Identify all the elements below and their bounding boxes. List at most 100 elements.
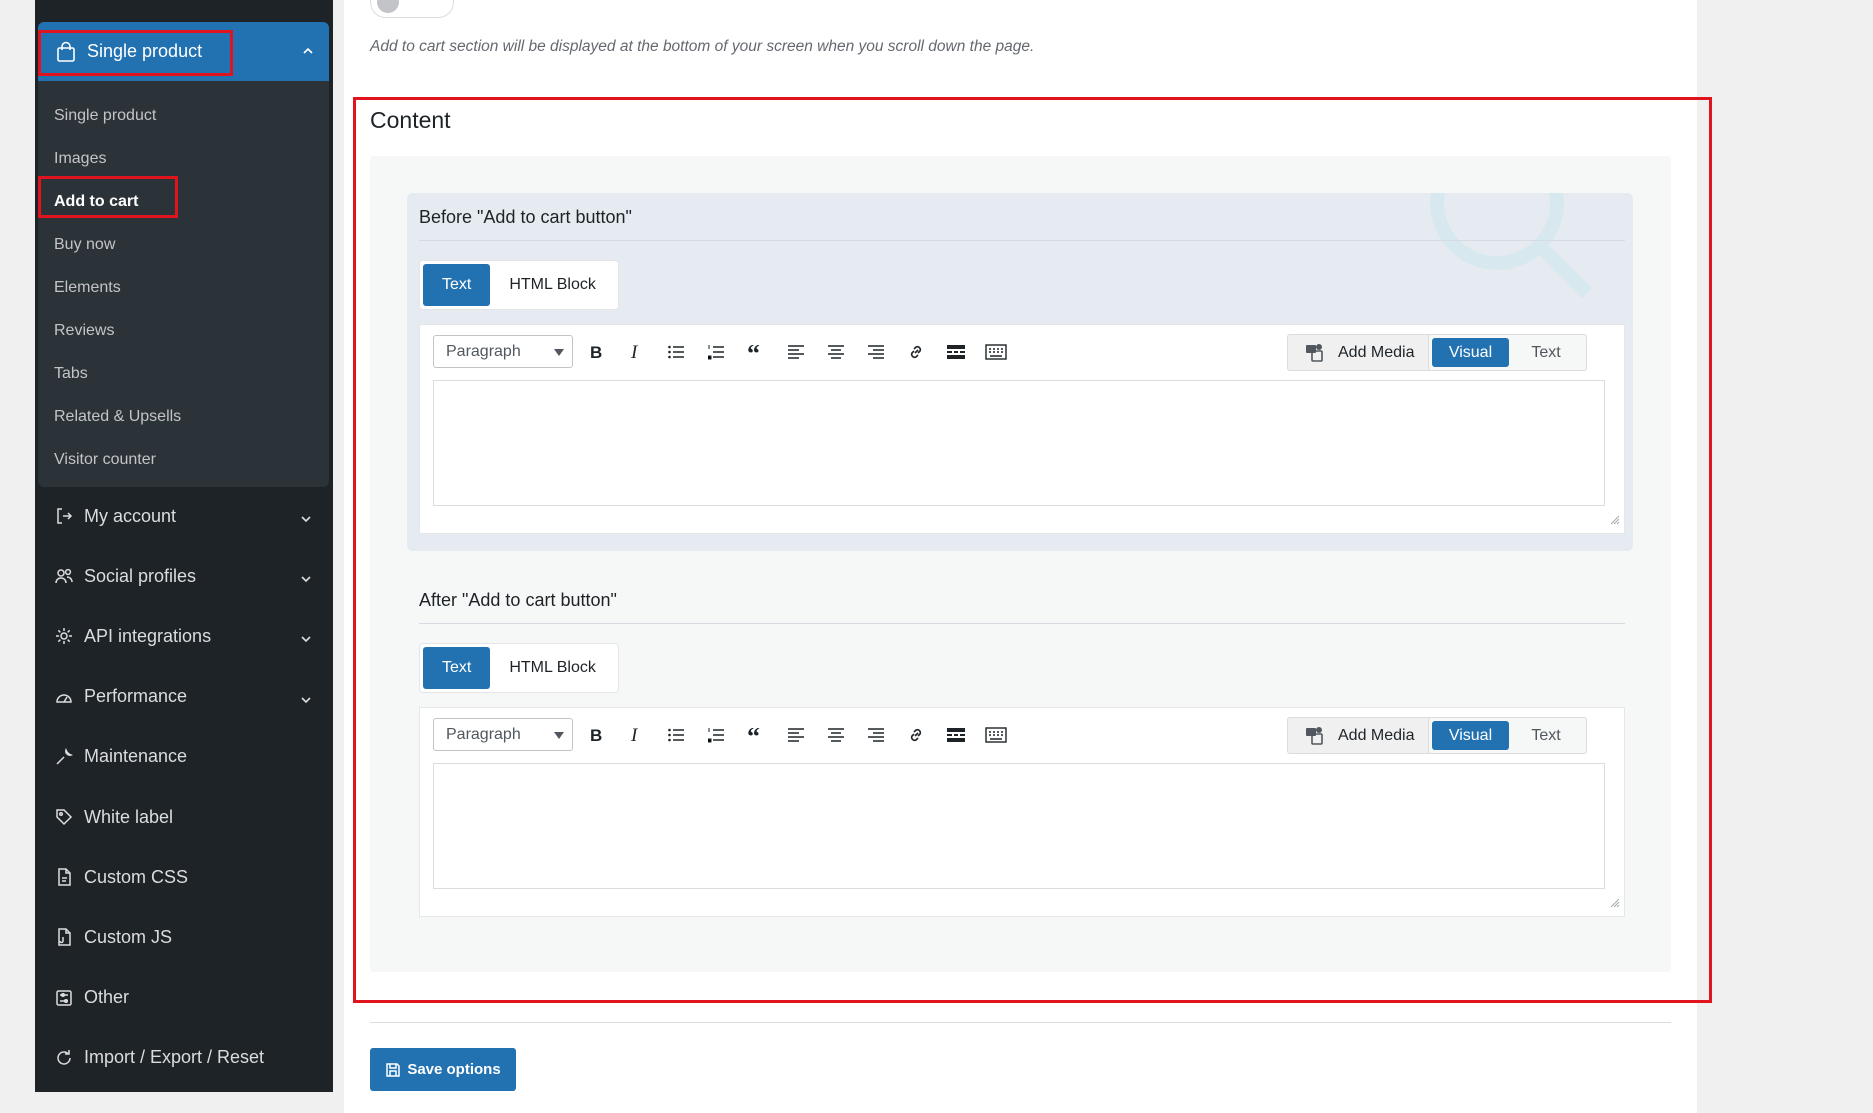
- toolbar-toggle-icon[interactable]: [982, 338, 1010, 366]
- resize-handle-icon[interactable]: [1608, 895, 1620, 913]
- after-add-to-cart-group: After "Add to cart button" Text HTML Blo…: [407, 576, 1633, 926]
- italic-icon[interactable]: I: [622, 338, 650, 366]
- gauge-icon: [53, 686, 75, 708]
- numbered-list-icon[interactable]: [702, 721, 730, 749]
- sidebar-item-api-integrations[interactable]: API integrations: [35, 606, 333, 666]
- resize-handle-icon[interactable]: [1608, 512, 1620, 530]
- editor-content-area[interactable]: [433, 380, 1605, 506]
- tab-text[interactable]: Text: [423, 647, 491, 689]
- save-options-button[interactable]: Save options: [370, 1048, 516, 1091]
- toolbar-toggle-icon[interactable]: [982, 721, 1010, 749]
- bullet-list-icon[interactable]: [662, 338, 690, 366]
- sidebar-item-other[interactable]: Other: [35, 968, 333, 1028]
- link-icon[interactable]: [902, 338, 930, 366]
- sidebar-subitem-related-upsells[interactable]: Related & Upsells: [38, 395, 329, 438]
- add-media-label: Add Media: [1338, 726, 1415, 744]
- sliders-icon: [53, 987, 75, 1009]
- add-media-button[interactable]: Add Media: [1287, 717, 1433, 754]
- sidebar-subitem-images[interactable]: Images: [38, 137, 329, 180]
- sidebar-item-label: Social profiles: [84, 565, 197, 586]
- sidebar-subitem-buy-now[interactable]: Buy now: [38, 223, 329, 266]
- media-icon: [1306, 726, 1328, 746]
- svg-text:“: “: [747, 345, 760, 359]
- sidebar-item-social-profiles[interactable]: Social profiles: [35, 546, 333, 606]
- tab-html-block[interactable]: HTML Block: [490, 264, 615, 306]
- sidebar-item-maintenance[interactable]: Maintenance: [35, 727, 333, 787]
- link-icon[interactable]: [902, 721, 930, 749]
- sidebar-item-label: Performance: [84, 686, 188, 707]
- visual-mode-tab[interactable]: Visual: [1432, 338, 1509, 367]
- bullet-list-icon[interactable]: [662, 721, 690, 749]
- sidebar-item-custom-css[interactable]: Custom CSS: [35, 847, 333, 907]
- chevron-down-icon: [299, 570, 313, 591]
- bold-icon[interactable]: B: [582, 721, 610, 749]
- editor-content-area[interactable]: [433, 763, 1605, 889]
- align-right-icon[interactable]: [862, 338, 890, 366]
- sidebar-item-my-account[interactable]: My account: [35, 486, 333, 546]
- wysiwyg-editor: Paragraph B I “ Add Me: [419, 324, 1625, 534]
- text-mode-tab[interactable]: Text: [1509, 721, 1583, 750]
- italic-icon[interactable]: I: [622, 721, 650, 749]
- tag-icon: [53, 806, 75, 828]
- align-center-icon[interactable]: [822, 338, 850, 366]
- align-left-icon[interactable]: [782, 721, 810, 749]
- paragraph-format-select[interactable]: Paragraph: [433, 718, 573, 751]
- shopping-bag-icon: [55, 41, 77, 63]
- sidebar-item-label: Custom CSS: [84, 866, 189, 887]
- sidebar-subitem-visitor-counter[interactable]: Visitor counter: [38, 438, 329, 481]
- divider: [419, 240, 1625, 241]
- gear-icon: [53, 625, 75, 647]
- sidebar-section-header[interactable]: Single product: [38, 22, 329, 81]
- blockquote-icon[interactable]: “: [742, 721, 770, 749]
- before-add-to-cart-group: Before "Add to cart button" Text HTML Bl…: [407, 193, 1633, 551]
- sidebar-item-label: My account: [84, 505, 177, 526]
- align-right-icon[interactable]: [862, 721, 890, 749]
- sidebar-item-import-export-reset[interactable]: Import / Export / Reset: [35, 1028, 333, 1088]
- content-type-tabs: Text HTML Block: [419, 260, 619, 310]
- sidebar-item-white-label[interactable]: White label: [35, 787, 333, 847]
- main-panel: Add to cart section will be displayed at…: [344, 0, 1697, 1113]
- sidebar-item-label: White label: [84, 806, 174, 827]
- read-more-icon[interactable]: [942, 338, 970, 366]
- sidebar-submenu: Single product Images Add to cart Buy no…: [38, 94, 329, 481]
- svg-text:“: “: [747, 728, 760, 742]
- dropdown-caret-icon: [554, 732, 564, 739]
- align-center-icon[interactable]: [822, 721, 850, 749]
- wrench-icon: [53, 746, 75, 768]
- chevron-down-icon: [299, 691, 313, 712]
- sidebar-subitem-single-product[interactable]: Single product: [38, 94, 329, 137]
- sidebar-subitem-reviews[interactable]: Reviews: [38, 309, 329, 352]
- chevron-down-icon: [299, 630, 313, 651]
- sidebar-item-custom-js[interactable]: Custom JS: [35, 907, 333, 967]
- bold-icon[interactable]: B: [582, 338, 610, 366]
- divider: [370, 1022, 1671, 1023]
- users-icon: [53, 565, 75, 587]
- sidebar-item-label: Custom JS: [84, 926, 173, 947]
- save-options-label: Save options: [407, 1061, 501, 1078]
- text-mode-tab[interactable]: Text: [1509, 338, 1583, 367]
- sidebar-section-single-product: Single product Single product Images Add…: [38, 22, 329, 487]
- add-media-button[interactable]: Add Media: [1287, 334, 1433, 371]
- sidebar-item-label: Other: [84, 987, 130, 1008]
- read-more-icon[interactable]: [942, 721, 970, 749]
- content-section-box: Before "Add to cart button" Text HTML Bl…: [370, 156, 1671, 972]
- tab-html-block[interactable]: HTML Block: [490, 647, 615, 689]
- blockquote-icon[interactable]: “: [742, 338, 770, 366]
- visual-mode-tab[interactable]: Visual: [1432, 721, 1509, 750]
- sidebar-subitem-tabs[interactable]: Tabs: [38, 352, 329, 395]
- divider: [419, 623, 1625, 624]
- tab-text[interactable]: Text: [423, 264, 491, 306]
- paragraph-format-select[interactable]: Paragraph: [433, 335, 573, 368]
- sign-out-icon: [53, 505, 75, 527]
- sidebar-item-label: API integrations: [84, 625, 212, 646]
- sidebar-subitem-elements[interactable]: Elements: [38, 266, 329, 309]
- numbered-list-icon[interactable]: [702, 338, 730, 366]
- sticky-add-to-cart-toggle[interactable]: [370, 0, 454, 18]
- align-left-icon[interactable]: [782, 338, 810, 366]
- content-type-tabs: Text HTML Block: [419, 643, 619, 693]
- sidebar-subitem-add-to-cart[interactable]: Add to cart: [38, 180, 329, 223]
- settings-sidebar: Single product Single product Images Add…: [35, 0, 333, 1092]
- field-description: Add to cart section will be displayed at…: [370, 38, 1035, 55]
- js-file-icon: [53, 926, 75, 948]
- sidebar-item-performance[interactable]: Performance: [35, 667, 333, 727]
